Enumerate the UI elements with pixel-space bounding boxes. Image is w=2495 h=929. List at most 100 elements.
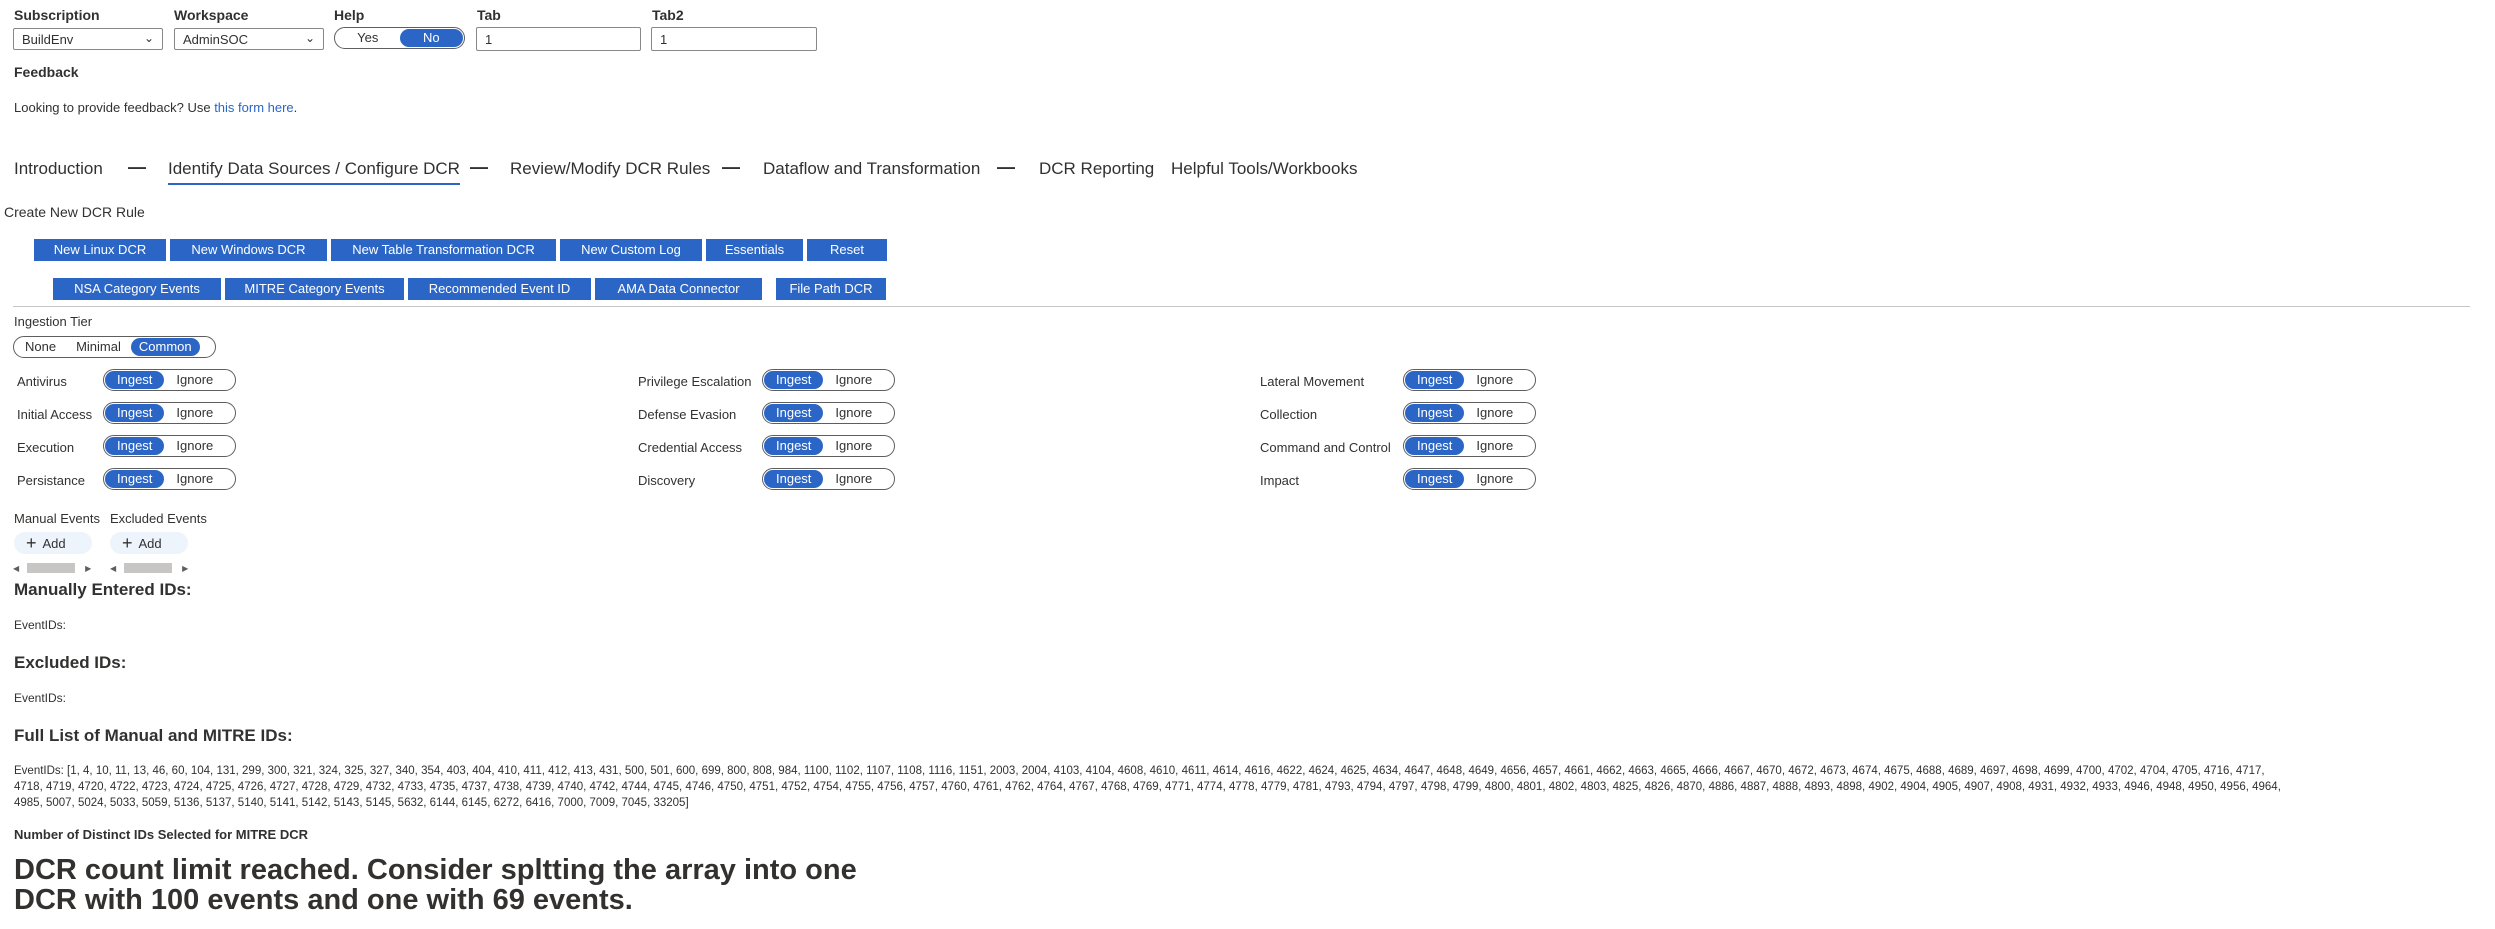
ignore-option[interactable]: Ignore [823, 404, 884, 422]
scrollbar-thumb[interactable] [124, 563, 173, 573]
ingest-option[interactable]: Ingest [105, 437, 165, 455]
tactic-label-execution: Execution [17, 440, 75, 455]
distinct-ids-message-line: DCR with 100 events and one with 69 even… [14, 884, 633, 916]
tactic-label-persistance: Persistance [17, 473, 85, 488]
mitre-category-events-button[interactable]: MITRE Category Events [225, 278, 404, 300]
ingestion-tier-toggle[interactable]: None Minimal Common [13, 336, 216, 358]
ingestion-common-option[interactable]: Common [130, 338, 200, 356]
subscription-label: Subscription [14, 7, 100, 23]
tactic-label-lateral-movement: Lateral Movement [1260, 374, 1365, 389]
nsa-category-events-button[interactable]: NSA Category Events [53, 278, 221, 300]
new-linux-dcr-button[interactable]: New Linux DCR [34, 239, 166, 261]
credential-access-toggle[interactable]: Ingest Ignore [762, 435, 895, 457]
privilege-escalation-toggle[interactable]: Ingest Ignore [762, 369, 895, 391]
essentials-button[interactable]: Essentials [706, 239, 803, 261]
tab-review-dcr-rules[interactable]: Review/Modify DCR Rules [510, 159, 710, 179]
subscription-value: BuildEnv [22, 32, 74, 47]
scrollbar-thumb[interactable] [27, 563, 76, 573]
tab-dcr-reporting[interactable]: DCR Reporting [1039, 159, 1154, 179]
help-no-option[interactable]: No [399, 29, 463, 47]
manually-entered-ids-text: EventIDs: [14, 618, 67, 632]
ingest-option[interactable]: Ingest [764, 404, 824, 422]
help-label: Help [334, 7, 365, 23]
ignore-option[interactable]: Ignore [164, 437, 225, 455]
full-list-line: EventIDs: [1, 4, 10, 11, 13, 46, 60, 104… [14, 765, 2265, 777]
collection-toggle[interactable]: Ingest Ignore [1403, 402, 1536, 424]
ingest-option[interactable]: Ingest [1405, 470, 1465, 488]
antivirus-toggle[interactable]: Ingest Ignore [103, 369, 236, 391]
excluded-events-scrollbar[interactable]: ◀ ▶ [110, 562, 190, 574]
tab-introduction[interactable]: Introduction [14, 159, 103, 179]
discovery-toggle[interactable]: Ingest Ignore [762, 468, 895, 490]
ignore-option[interactable]: Ignore [823, 470, 884, 488]
ignore-option[interactable]: Ignore [164, 470, 225, 488]
initial-access-toggle[interactable]: Ingest Ignore [103, 402, 236, 424]
tab-separator: — [997, 157, 1015, 177]
ingestion-minimal-option[interactable]: Minimal [66, 338, 131, 356]
recommended-event-id-button[interactable]: Recommended Event ID [408, 278, 591, 300]
lateral-movement-toggle[interactable]: Ingest Ignore [1403, 369, 1536, 391]
excluded-ids-text: EventIDs: [14, 691, 67, 705]
ingest-option[interactable]: Ingest [764, 437, 824, 455]
ignore-option[interactable]: Ignore [164, 404, 225, 422]
ingestion-tier-label: Ingestion Tier [14, 314, 93, 329]
execution-toggle[interactable]: Ingest Ignore [103, 435, 236, 457]
ingest-option[interactable]: Ingest [1405, 404, 1465, 422]
tab-separator: — [722, 157, 740, 177]
ignore-option[interactable]: Ignore [1464, 371, 1525, 389]
tactic-label-impact: Impact [1260, 473, 1300, 488]
ignore-option[interactable]: Ignore [1464, 404, 1525, 422]
new-windows-dcr-button[interactable]: New Windows DCR [170, 239, 327, 261]
ingest-option[interactable]: Ingest [1405, 437, 1465, 455]
persistance-toggle[interactable]: Ingest Ignore [103, 468, 236, 490]
tab-dataflow[interactable]: Dataflow and Transformation [763, 159, 980, 179]
manually-entered-ids-heading: Manually Entered IDs: [14, 580, 192, 599]
scroll-right-icon[interactable]: ▶ [85, 564, 91, 573]
workspace-value: AdminSOC [183, 32, 249, 47]
ignore-option[interactable]: Ignore [164, 371, 225, 389]
ama-data-connector-button[interactable]: AMA Data Connector [595, 278, 762, 300]
ignore-option[interactable]: Ignore [823, 371, 884, 389]
help-toggle[interactable]: Yes No [334, 27, 465, 49]
tab-identify-data-sources[interactable]: Identify Data Sources / Configure DCR [168, 159, 460, 185]
ignore-option[interactable]: Ignore [1464, 437, 1525, 455]
scroll-right-icon[interactable]: ▶ [182, 564, 188, 573]
manual-events-add-label: Add [42, 535, 66, 551]
tab-separator: — [470, 157, 488, 177]
ingest-option[interactable]: Ingest [105, 404, 165, 422]
manual-events-add-button[interactable]: + Add [14, 532, 92, 554]
tactic-label-defense-evasion: Defense Evasion [638, 407, 737, 422]
ignore-option[interactable]: Ignore [823, 437, 884, 455]
tab-helpful-tools[interactable]: Helpful Tools/Workbooks [1171, 159, 1357, 179]
ingestion-none-option[interactable]: None [15, 338, 66, 356]
impact-toggle[interactable]: Ingest Ignore [1403, 468, 1536, 490]
reset-button[interactable]: Reset [807, 239, 887, 261]
tab2-input[interactable] [651, 27, 817, 51]
new-custom-log-button[interactable]: New Custom Log [560, 239, 702, 261]
tab-label: Tab [477, 7, 501, 23]
tactic-label-collection: Collection [1260, 407, 1318, 422]
workspace-dropdown[interactable]: AdminSOC ⌄ [174, 28, 324, 50]
feedback-suffix: . [293, 100, 298, 115]
file-path-dcr-button[interactable]: File Path DCR [776, 278, 886, 300]
scroll-left-icon[interactable]: ◀ [110, 564, 116, 573]
help-yes-option[interactable]: Yes [336, 29, 400, 47]
ingest-option[interactable]: Ingest [764, 371, 824, 389]
subscription-dropdown[interactable]: BuildEnv ⌄ [13, 28, 163, 50]
manual-events-scrollbar[interactable]: ◀ ▶ [13, 562, 93, 574]
command-and-control-toggle[interactable]: Ingest Ignore [1403, 435, 1536, 457]
ingest-option[interactable]: Ingest [1405, 371, 1465, 389]
excluded-events-add-button[interactable]: + Add [110, 532, 188, 554]
ingest-option[interactable]: Ingest [105, 371, 165, 389]
ingest-option[interactable]: Ingest [105, 470, 165, 488]
defense-evasion-toggle[interactable]: Ingest Ignore [762, 402, 895, 424]
tab-input[interactable] [476, 27, 641, 51]
tactic-label-discovery: Discovery [638, 473, 696, 488]
ingest-option[interactable]: Ingest [764, 470, 824, 488]
new-table-transformation-button[interactable]: New Table Transformation DCR [331, 239, 556, 261]
distinct-ids-heading: Number of Distinct IDs Selected for MITR… [14, 827, 308, 842]
tab-separator: — [128, 157, 146, 177]
feedback-link[interactable]: this form here [214, 100, 293, 115]
ignore-option[interactable]: Ignore [1464, 470, 1525, 488]
scroll-left-icon[interactable]: ◀ [13, 564, 19, 573]
